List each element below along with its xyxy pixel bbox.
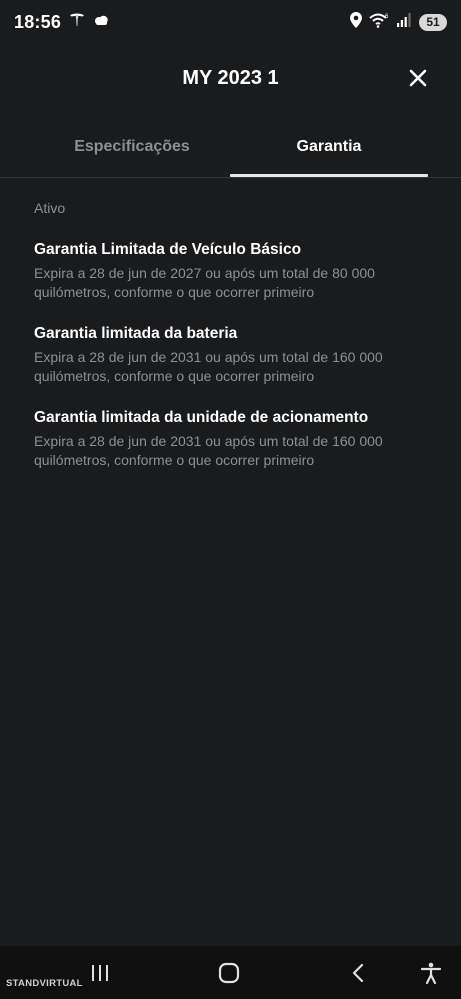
home-button[interactable] <box>215 959 243 987</box>
signal-icon <box>396 12 412 33</box>
wifi-icon: 6 <box>369 12 389 33</box>
warranty-title: Garantia limitada da bateria <box>34 325 238 342</box>
warranty-item: Garantia Limitada de Veículo Básico Expi… <box>34 240 429 302</box>
status-time: 18:56 <box>14 11 62 32</box>
status-bar: 18:56 6 51 <box>0 0 461 44</box>
svg-text:6: 6 <box>385 14 389 20</box>
cloud-icon <box>93 13 109 32</box>
warranty-item: Garantia limitada da unidade de acioname… <box>34 408 429 470</box>
warranty-title: Garantia Limitada de Veículo Básico <box>34 241 302 258</box>
tab-bar: Especificações Garantia <box>0 118 461 178</box>
battery-indicator: 51 <box>419 13 447 31</box>
warranty-title: Garantia limitada da unidade de acioname… <box>34 409 369 426</box>
warranty-item: Garantia limitada da bateria Expira a 28… <box>34 324 429 386</box>
home-icon <box>218 962 240 984</box>
accessibility-button[interactable] <box>417 959 445 987</box>
recent-apps-button[interactable] <box>86 959 114 987</box>
back-button[interactable] <box>344 959 372 987</box>
back-icon <box>352 963 364 983</box>
system-nav-bar: STANDVIRTUAL <box>0 946 461 999</box>
warranty-description: Expira a 28 de jun de 2031 ou após um to… <box>34 349 383 384</box>
tesla-icon <box>69 12 85 33</box>
tab-warranty[interactable]: Garantia <box>230 118 428 176</box>
page-title: MY 2023 1 <box>182 66 279 89</box>
section-label: Ativo <box>34 200 66 216</box>
warranty-list: Ativo Garantia Limitada de Veículo Básic… <box>34 200 429 492</box>
active-tab-indicator <box>230 174 428 177</box>
watermark: STANDVIRTUAL <box>6 978 83 989</box>
tab-specifications[interactable]: Especificações <box>33 118 231 176</box>
close-button[interactable] <box>405 65 431 91</box>
screen: 18:56 6 51 MY 2023 1 Especificações Gara… <box>0 0 461 999</box>
status-left: 18:56 <box>14 12 109 33</box>
warranty-description: Expira a 28 de jun de 2027 ou após um to… <box>34 265 375 300</box>
header: MY 2023 1 <box>0 52 461 104</box>
warranty-description: Expira a 28 de jun de 2031 ou após um to… <box>34 433 383 468</box>
close-icon <box>409 69 427 87</box>
recent-apps-icon <box>92 965 108 981</box>
status-right: 6 51 <box>350 11 447 33</box>
location-icon <box>350 11 362 33</box>
accessibility-icon <box>420 962 442 984</box>
